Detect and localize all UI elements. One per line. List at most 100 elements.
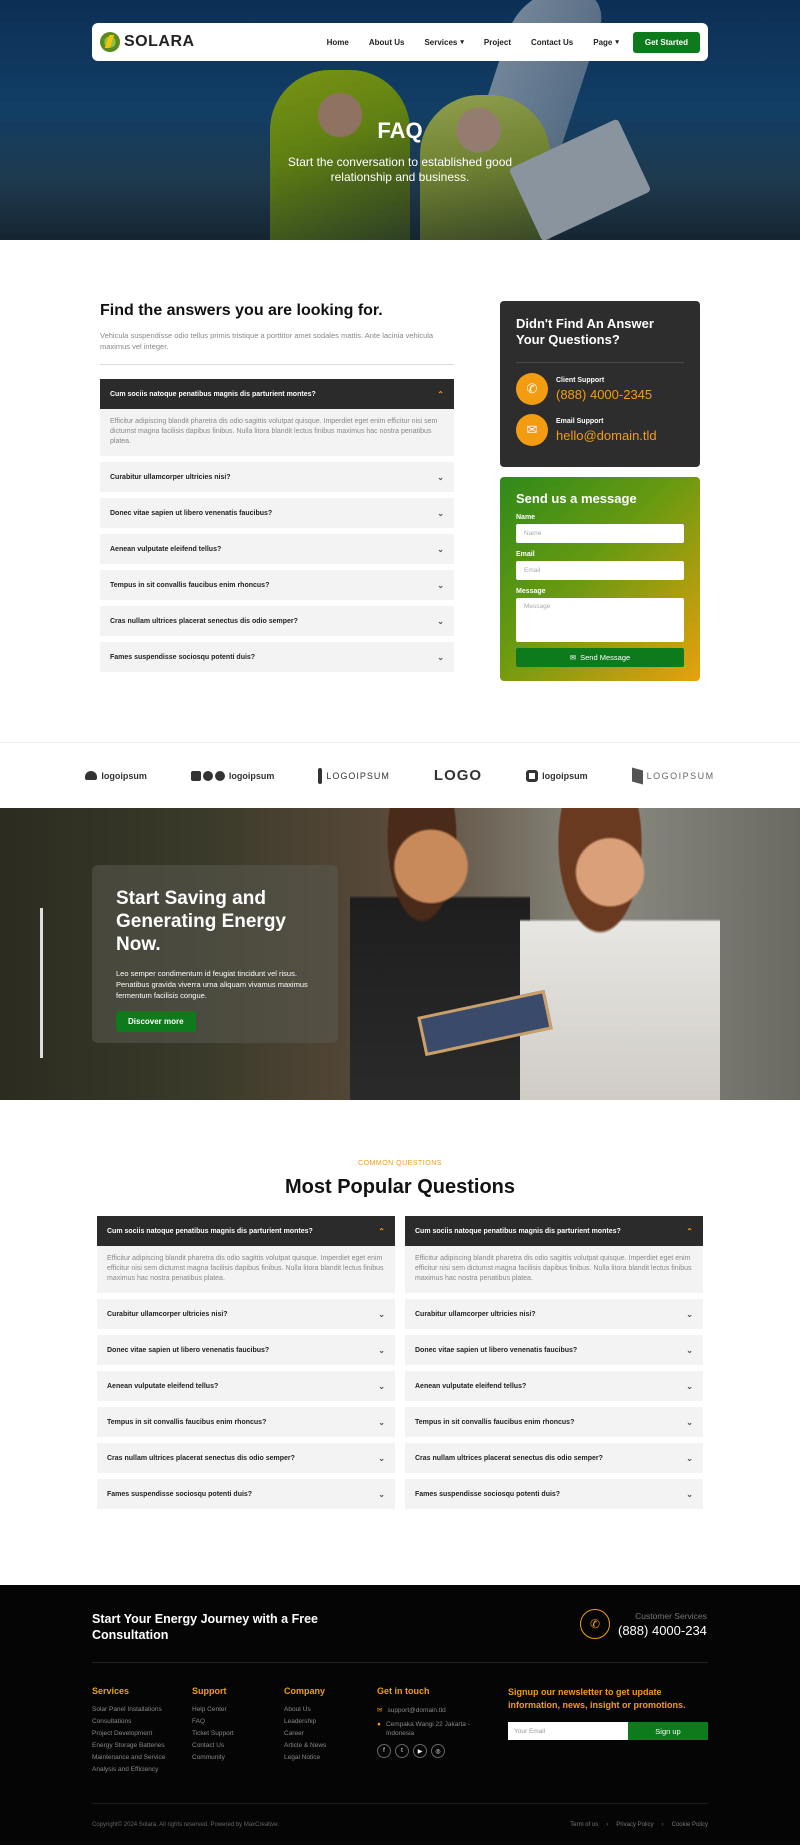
faq-accordion: Cum sociis natoque penatibus magnis dis … [100, 379, 454, 672]
message-form-title: Send us a message [516, 491, 637, 506]
nav-project[interactable]: Project [484, 38, 511, 47]
chevron-right-icon: › [606, 1822, 609, 1828]
footer-link[interactable]: Ticket Support [192, 1730, 234, 1737]
accordion-toggle[interactable]: Aenean vulputate eleifend tellus? ⌄ [97, 1371, 395, 1401]
name-field[interactable]: Name [516, 524, 684, 543]
footer-link[interactable]: Article & News [284, 1742, 326, 1749]
partner-logos: logoipsum logoipsum LOGOIPSUM LOGO logoi… [0, 742, 800, 808]
accordion-toggle[interactable]: Fames suspendisse sociosqu potenti duis?… [100, 642, 454, 672]
footer-link[interactable]: Maintenance and Service [92, 1754, 165, 1761]
footer-link[interactable]: Energy Storage Batteries [92, 1742, 165, 1749]
accordion-toggle[interactable]: Donec vitae sapien ut libero venenatis f… [405, 1335, 703, 1365]
logo[interactable]: SOLARA [100, 32, 195, 52]
location-pin-icon: ● [377, 1721, 381, 1728]
footer-services: Services Solar Panel Installations Consu… [92, 1686, 166, 1773]
page-title: FAQ [377, 118, 423, 143]
footer-link[interactable]: Solar Panel Installations [92, 1706, 165, 1713]
accordion-toggle[interactable]: Cras nullam ultrices placerat senectus d… [405, 1443, 703, 1473]
footer-link[interactable]: Project Development [92, 1730, 165, 1737]
nav-page[interactable]: Page ▾ [593, 38, 619, 47]
partner-logo: LOGO [433, 767, 483, 784]
privacy-link[interactable]: Privacy Policy [616, 1822, 653, 1828]
faq-accordion-right: Cum sociis natoque penatibus magnis dis … [405, 1216, 703, 1515]
support-phone-link[interactable]: (888) 4000-2345 [556, 387, 652, 402]
footer-link[interactable]: Career [284, 1730, 326, 1737]
accordion-toggle[interactable]: Curabitur ullamcorper ultricies nisi? ⌄ [405, 1299, 703, 1329]
section-title: Most Popular Questions [284, 1176, 516, 1198]
chevron-down-icon: ⌄ [378, 1381, 385, 1391]
section-eyebrow: COMMON QUESTIONS [358, 1160, 442, 1167]
accordion-toggle[interactable]: Fames suspendisse sociosqu potenti duis?… [405, 1479, 703, 1509]
person-image [520, 808, 720, 1100]
discover-more-button[interactable]: Discover more [116, 1011, 196, 1032]
footer-link[interactable]: Leadership [284, 1718, 326, 1725]
chevron-down-icon: ⌄ [437, 652, 444, 662]
youtube-icon[interactable]: ▶ [413, 1744, 427, 1758]
chevron-down-icon: ⌄ [686, 1417, 693, 1427]
accordion-toggle[interactable]: Donec vitae sapien ut libero venenatis f… [100, 498, 454, 528]
accordion-toggle[interactable]: Fames suspendisse sociosqu potenti duis?… [97, 1479, 395, 1509]
footer-email-link[interactable]: support@domain.tld [387, 1706, 445, 1715]
logo-text: SOLARA [124, 33, 195, 50]
terms-link[interactable]: Term of us [570, 1822, 598, 1828]
footer-link[interactable]: Contact Us [192, 1742, 234, 1749]
accordion-item: Curabitur ullamcorper ultricies nisi? ⌄ [97, 1299, 395, 1329]
newsletter-email-input[interactable]: Your Email [508, 1722, 628, 1740]
footer-link[interactable]: About Us [284, 1706, 326, 1713]
footer-link[interactable]: Analysis and Efficiency [92, 1766, 165, 1773]
facebook-icon[interactable]: f [377, 1744, 391, 1758]
accordion-toggle[interactable]: Cum sociis natoque penatibus magnis dis … [405, 1216, 703, 1246]
chevron-down-icon: ⌄ [437, 472, 444, 482]
accordion-toggle[interactable]: Cras nullam ultrices placerat senectus d… [100, 606, 454, 636]
accordion-toggle[interactable]: Aenean vulputate eleifend tellus? ⌄ [405, 1371, 703, 1401]
person-image [350, 808, 530, 1100]
accordion-toggle[interactable]: Cum sociis natoque penatibus magnis dis … [100, 379, 454, 409]
email-field[interactable]: Email [516, 561, 684, 580]
accordion-item: Aenean vulputate eleifend tellus? ⌄ [405, 1371, 703, 1401]
footer-link[interactable]: Help Center [192, 1706, 234, 1713]
cookie-link[interactable]: Cookie Policy [672, 1822, 708, 1828]
nav-about[interactable]: About Us [369, 38, 405, 47]
chevron-down-icon: ⌄ [437, 580, 444, 590]
twitter-icon[interactable]: t [395, 1744, 409, 1758]
chevron-right-icon: › [661, 1822, 664, 1828]
chevron-down-icon: ⌄ [686, 1345, 693, 1355]
nav-contact[interactable]: Contact Us [531, 38, 573, 47]
faq-heading: Find the answers you are looking for. [100, 302, 383, 319]
accordion-answer: Efficitur adipiscing blandit pharetra di… [405, 1246, 703, 1293]
footer-link[interactable]: Legal Notice [284, 1754, 326, 1761]
footer-link[interactable]: Community [192, 1754, 234, 1761]
accordion-item: Cras nullam ultrices placerat senectus d… [405, 1443, 703, 1473]
message-field[interactable]: Message [516, 598, 684, 642]
chevron-down-icon: ⌄ [437, 508, 444, 518]
nav-home[interactable]: Home [327, 38, 349, 47]
support-email-link[interactable]: hello@domain.tld [556, 428, 657, 443]
chevron-down-icon: ⌄ [437, 544, 444, 554]
accordion-toggle[interactable]: Donec vitae sapien ut libero venenatis f… [97, 1335, 395, 1365]
accordion-toggle[interactable]: Tempus in sit convallis faucibus enim rh… [405, 1407, 703, 1437]
nav-services[interactable]: Services ▾ [424, 38, 463, 47]
accordion-toggle[interactable]: Tempus in sit convallis faucibus enim rh… [100, 570, 454, 600]
accordion-toggle[interactable]: Aenean vulputate eleifend tellus? ⌄ [100, 534, 454, 564]
accordion-answer: Efficitur adipiscing blandit pharetra di… [100, 409, 454, 456]
footer-link[interactable]: FAQ [192, 1718, 234, 1725]
partner-logo: LOGOIPSUM [318, 767, 390, 784]
accordion-toggle[interactable]: Cras nullam ultrices placerat senectus d… [97, 1443, 395, 1473]
sign-up-button[interactable]: Sign up [628, 1722, 708, 1740]
contact-card-title: Didn't Find An Answer Your Questions? [516, 316, 654, 347]
instagram-icon[interactable]: ◎ [431, 1744, 445, 1758]
get-started-button[interactable]: Get Started [632, 31, 700, 53]
send-message-button[interactable]: ✉ Send Message [516, 648, 684, 667]
chevron-down-icon: ⌄ [686, 1489, 693, 1499]
hero-section: SOLARA Home About Us Services ▾ Project C… [0, 0, 800, 240]
accordion-toggle[interactable]: Tempus in sit convallis faucibus enim rh… [97, 1407, 395, 1437]
customer-services-phone[interactable]: (888) 4000-234 [618, 1623, 707, 1638]
accordion-answer: Efficitur adipiscing blandit pharetra di… [97, 1246, 395, 1293]
accordion-toggle[interactable]: Cum sociis natoque penatibus magnis dis … [97, 1216, 395, 1246]
footer-link[interactable]: Consultations [92, 1718, 165, 1725]
energy-banner: Start Saving and Generating Energy Now. … [0, 808, 800, 1100]
accordion-toggle[interactable]: Curabitur ullamcorper ultricies nisi? ⌄ [100, 462, 454, 492]
banner-card: Start Saving and Generating Energy Now. … [92, 865, 338, 1043]
customer-services: ✆ Customer Services (888) 4000-234 [580, 1609, 707, 1639]
accordion-toggle[interactable]: Curabitur ullamcorper ultricies nisi? ⌄ [97, 1299, 395, 1329]
